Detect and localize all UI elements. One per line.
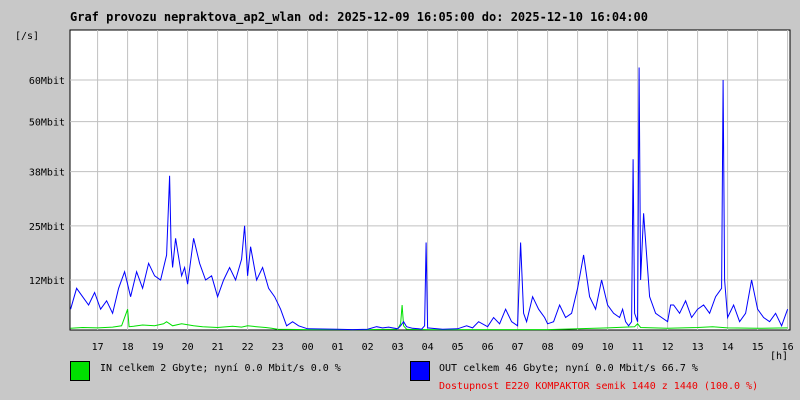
y-tick-labels: 12Mbit 25Mbit 38Mbit 50Mbit 60Mbit <box>29 76 65 287</box>
x-tick-label: 07 <box>512 342 524 353</box>
legend-out-swatch <box>410 361 430 381</box>
x-tick-label: 13 <box>692 342 704 353</box>
x-tick-label: 17 <box>92 342 104 353</box>
x-tick-label: 06 <box>482 342 494 353</box>
y-tick-label: 12Mbit <box>29 276 65 287</box>
x-tick-label: 20 <box>182 342 194 353</box>
x-tick-label: 08 <box>542 342 554 353</box>
x-tick-label: 09 <box>572 342 584 353</box>
x-tick-label: 15 <box>752 342 764 353</box>
x-tick-label: 04 <box>422 342 434 353</box>
y-tick-label: 50Mbit <box>29 118 65 129</box>
x-tick-label: 19 <box>152 342 164 353</box>
y-tick-label: 38Mbit <box>29 168 65 179</box>
x-tick-label: 03 <box>392 342 404 353</box>
y-tick-label: 25Mbit <box>29 222 65 233</box>
legend-in-text: IN celkem 2 Gbyte; nyní 0.0 Mbit/s 0.0 % <box>100 363 341 374</box>
x-tick-label: 02 <box>362 342 374 353</box>
y-tick-label: 60Mbit <box>29 76 65 87</box>
x-tick-label: 01 <box>332 342 344 353</box>
chart-svg: 12Mbit 25Mbit 38Mbit 50Mbit 60Mbit 17 18 19 20 2… <box>29 29 794 362</box>
x-tick-label: 22 <box>242 342 254 353</box>
availability-text: Dostupnost E220 KOMPAKTOR semik 1440 z 1… <box>439 381 759 392</box>
x-tick-label: 05 <box>452 342 464 353</box>
x-tick-label: 00 <box>302 342 314 353</box>
x-tick-label: 12 <box>662 342 674 353</box>
x-tick-label: 10 <box>602 342 614 353</box>
legend-in-swatch <box>70 361 90 381</box>
x-tick-labels: 17 18 19 20 21 22 23 00 01 02 03 04 05 06 07 08 09 10 11 12… <box>92 342 794 353</box>
x-tick-label: 18 <box>122 342 134 353</box>
x-axis-unit: [h] <box>770 351 788 362</box>
x-tick-label: 23 <box>272 342 284 353</box>
x-tick-label: 11 <box>632 342 644 353</box>
x-tick-label: 14 <box>722 342 734 353</box>
plot-area <box>69 29 791 331</box>
legend-out-text: OUT celkem 46 Gbyte; nyní 0.0 Mbit/s 66.… <box>439 363 698 374</box>
x-tick-label: 21 <box>212 342 224 353</box>
